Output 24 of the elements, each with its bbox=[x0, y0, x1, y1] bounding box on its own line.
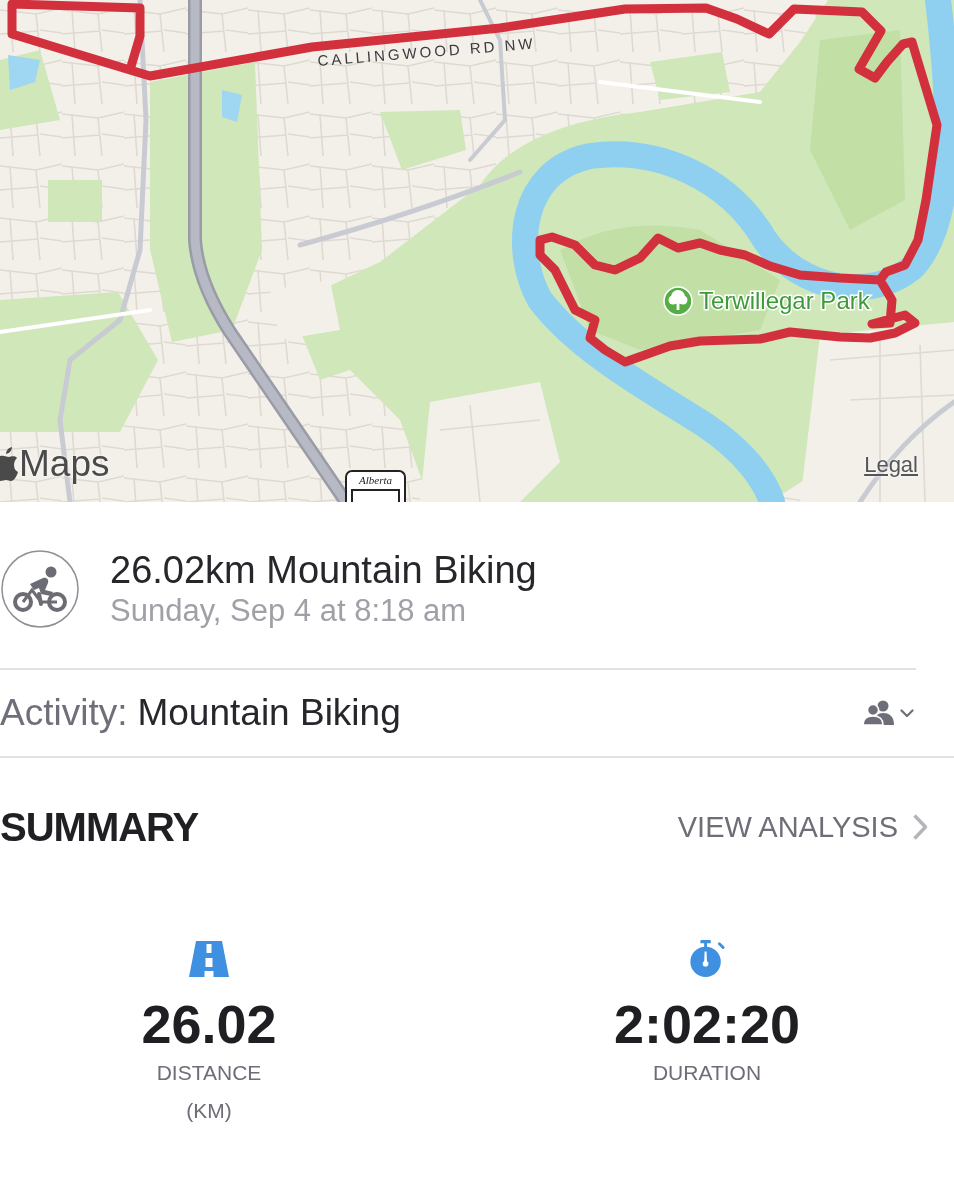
road-icon bbox=[189, 940, 229, 978]
stopwatch-icon bbox=[687, 940, 727, 978]
highway-shield: Alberta bbox=[345, 470, 406, 502]
summary-heading: SUMMARY bbox=[0, 804, 199, 850]
street-label: CALLINGWOOD RD NW bbox=[316, 34, 537, 69]
unit-label: (KM) bbox=[186, 1098, 232, 1124]
cycling-icon bbox=[1, 550, 79, 628]
distance-value: 26.02 bbox=[141, 994, 277, 1054]
duration-label: DURATION bbox=[652, 1060, 762, 1086]
park-label: Terwillegar Park bbox=[699, 287, 870, 314]
activity-title: 26.02km Mountain Biking bbox=[110, 548, 537, 592]
legal-link[interactable]: Legal bbox=[864, 452, 918, 478]
apple-icon bbox=[0, 447, 18, 481]
chevron-right-icon bbox=[912, 813, 928, 841]
maps-logo: Maps bbox=[19, 444, 110, 484]
people-icon[interactable] bbox=[862, 700, 896, 726]
activity-type-value: Mountain Biking bbox=[137, 692, 401, 733]
duration-value: 2:02:20 bbox=[613, 994, 801, 1054]
view-analysis-link[interactable]: VIEW ANALYSIS bbox=[677, 810, 928, 844]
activity-label: Activity: bbox=[0, 692, 128, 733]
activity-date: Sunday, Sep 4 at 8:18 am bbox=[110, 592, 468, 630]
tree-icon bbox=[663, 286, 693, 316]
chevron-down-icon[interactable] bbox=[900, 708, 914, 718]
distance-label: DISTANCE bbox=[156, 1060, 262, 1086]
